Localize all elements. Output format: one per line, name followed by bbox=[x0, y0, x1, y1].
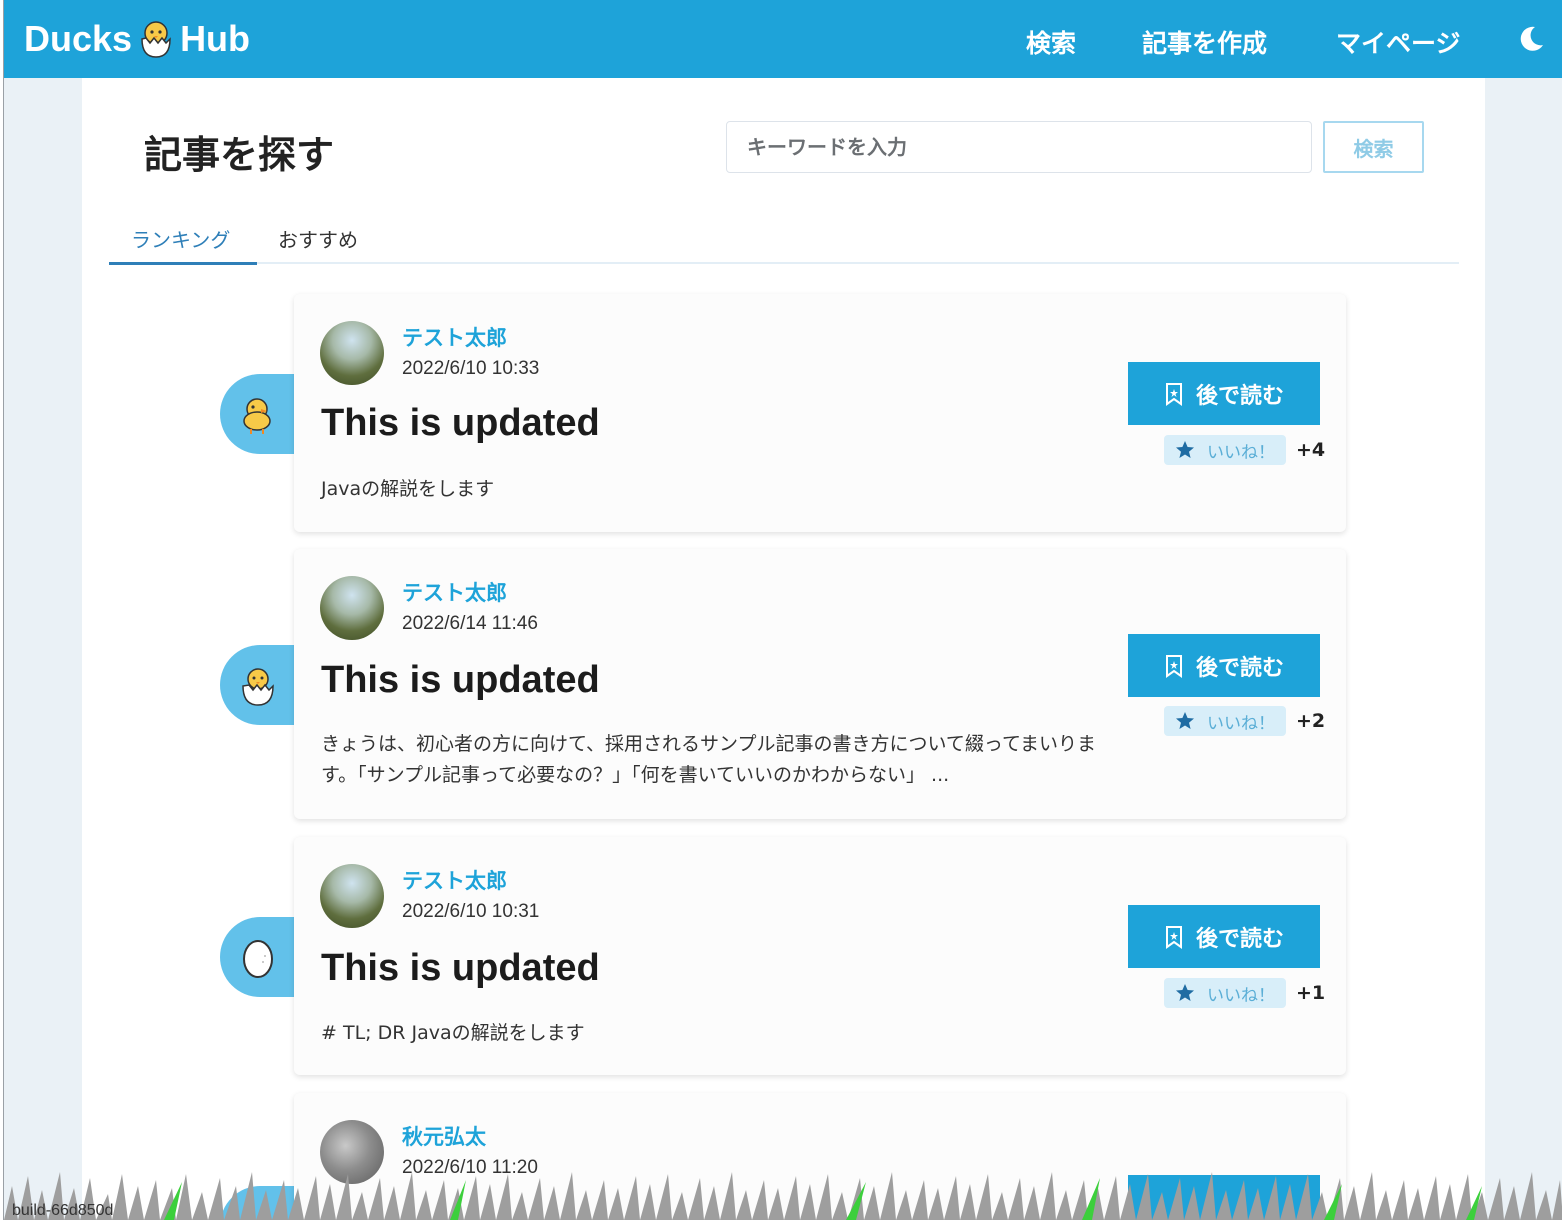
author-avatar[interactable] bbox=[320, 576, 384, 640]
author-name[interactable]: テスト太郎 bbox=[402, 322, 507, 352]
chick-icon bbox=[243, 398, 271, 434]
author-name[interactable]: 秋元弘太 bbox=[402, 1121, 486, 1151]
like-button[interactable]: いいね！ bbox=[1164, 435, 1286, 465]
rank-badge-1 bbox=[220, 374, 296, 454]
author-name[interactable]: テスト太郎 bbox=[402, 577, 507, 607]
star-icon bbox=[1176, 984, 1194, 1001]
like-count: +4 bbox=[1296, 439, 1326, 461]
hatching-chick-icon bbox=[242, 668, 274, 706]
star-icon bbox=[1176, 441, 1194, 458]
page-title: 記事を探す bbox=[144, 133, 335, 177]
app-frame: Ducks Hub 検索 記事を作成 マイページ 記事を探す 検索 ランキング … bbox=[3, 0, 1562, 1220]
rank-badge-2 bbox=[220, 645, 296, 725]
article-title[interactable]: This is updated bbox=[321, 947, 600, 990]
like-count: +2 bbox=[1296, 710, 1326, 732]
moon-icon[interactable] bbox=[1516, 24, 1546, 54]
like-row: いいね！ +2 bbox=[1164, 706, 1325, 736]
article-description: Javaの解説をします bbox=[321, 478, 495, 500]
active-tab-indicator bbox=[109, 262, 257, 265]
author-name[interactable]: テスト太郎 bbox=[402, 865, 507, 895]
search-button[interactable]: 検索 bbox=[1323, 121, 1424, 173]
read-later-button[interactable]: 後で読む bbox=[1128, 362, 1320, 425]
like-label: いいね！ bbox=[1207, 713, 1275, 734]
nav-mypage-link[interactable]: マイページ bbox=[1336, 24, 1461, 60]
logo-text-left: Ducks bbox=[24, 18, 133, 59]
logo-text-right: Hub bbox=[180, 18, 251, 59]
article-description: きょうは、初心者の方に向けて、採用されるサンプル記事の書き方について綴ってまいり… bbox=[321, 733, 1097, 786]
search-input[interactable] bbox=[726, 121, 1312, 173]
bookmark-icon bbox=[1165, 382, 1182, 406]
build-version-label: build-66d850d bbox=[12, 1202, 114, 1219]
top-navbar: Ducks Hub 検索 記事を作成 マイページ bbox=[4, 0, 1562, 78]
post-date: 2022/6/10 10:31 bbox=[402, 901, 540, 922]
author-avatar[interactable] bbox=[320, 321, 384, 385]
post-date: 2022/6/14 11:46 bbox=[402, 613, 538, 634]
egg-icon bbox=[243, 940, 273, 978]
read-later-label: 後で読む bbox=[1195, 926, 1284, 952]
tab-bar: ランキング おすすめ bbox=[109, 216, 1459, 265]
like-row: いいね！ +4 bbox=[1164, 435, 1325, 465]
bookmark-icon bbox=[1165, 654, 1182, 678]
article-title[interactable]: This is updated bbox=[321, 402, 600, 445]
hatching-duck-logo-icon bbox=[141, 21, 171, 58]
read-later-label: 後で読む bbox=[1195, 383, 1284, 409]
post-date: 2022/6/10 10:33 bbox=[402, 358, 540, 379]
like-label: いいね！ bbox=[1207, 442, 1275, 463]
like-label: いいね！ bbox=[1207, 985, 1275, 1006]
article-card[interactable]: テスト太郎 2022/6/10 10:33 This is updated Ja… bbox=[294, 294, 1346, 532]
read-later-button[interactable]: 後で読む bbox=[1128, 905, 1320, 968]
bookmark-icon bbox=[1165, 925, 1182, 949]
article-title[interactable]: This is updated bbox=[321, 659, 600, 702]
tab-recommended[interactable]: おすすめ bbox=[278, 224, 358, 253]
like-button[interactable]: いいね！ bbox=[1164, 706, 1286, 736]
logo[interactable]: Ducks Hub bbox=[24, 16, 250, 62]
tab-ranking[interactable]: ランキング bbox=[131, 224, 230, 253]
read-later-button[interactable]: 後で読む bbox=[1128, 634, 1320, 697]
main-panel: 記事を探す 検索 ランキング おすすめ bbox=[82, 78, 1485, 1220]
like-count: +1 bbox=[1296, 982, 1326, 1004]
grass-decoration bbox=[4, 1172, 1562, 1220]
read-later-label: 後で読む bbox=[1195, 655, 1284, 681]
like-row: いいね！ +1 bbox=[1164, 978, 1325, 1008]
article-description: # TL; DR Javaの解説をします bbox=[321, 1022, 585, 1044]
nav-create-article-link[interactable]: 記事を作成 bbox=[1142, 24, 1267, 60]
article-card[interactable]: テスト太郎 2022/6/10 10:31 This is updated # … bbox=[294, 837, 1346, 1075]
nav-search-link[interactable]: 検索 bbox=[1026, 24, 1076, 60]
star-icon bbox=[1176, 712, 1194, 729]
rank-badge-3 bbox=[220, 917, 296, 997]
like-button[interactable]: いいね！ bbox=[1164, 978, 1286, 1008]
article-card[interactable]: テスト太郎 2022/6/14 11:46 This is updated きょ… bbox=[294, 549, 1346, 819]
author-avatar[interactable] bbox=[320, 864, 384, 928]
